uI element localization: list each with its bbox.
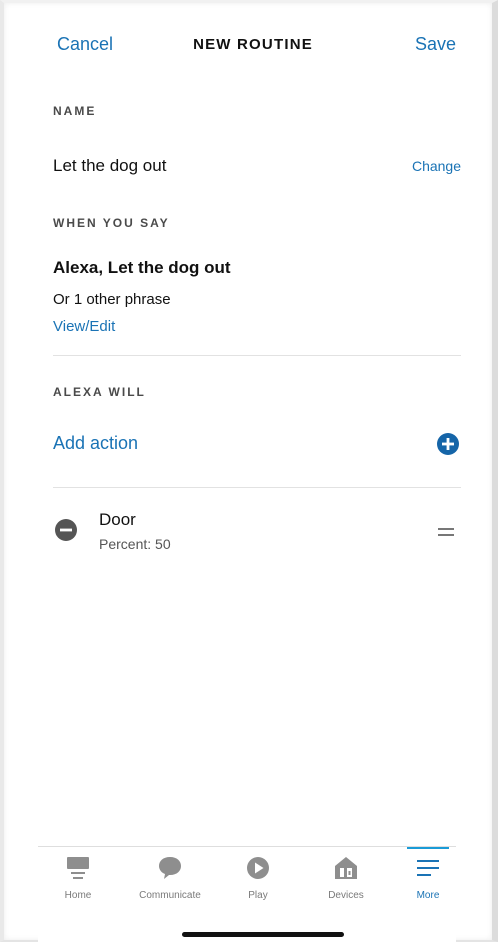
tab-label: Play	[248, 890, 268, 901]
devices-house-icon	[334, 856, 358, 880]
add-action-link[interactable]: Add action	[53, 433, 138, 454]
remove-circle-icon[interactable]	[55, 519, 77, 541]
routine-name: Let the dog out	[53, 156, 167, 175]
add-circle-icon[interactable]	[437, 433, 459, 455]
action-item-title[interactable]: Door	[99, 510, 136, 530]
tab-label: Communicate	[139, 890, 201, 901]
home-indicator	[182, 932, 344, 937]
home-icon	[66, 856, 90, 880]
change-name-link[interactable]: Change	[412, 158, 461, 174]
action-item-subtitle: Percent: 50	[99, 536, 171, 552]
bottom-tab-bar: Home Communicate Play Devices More	[38, 846, 456, 942]
menu-icon	[416, 856, 440, 880]
actions-section-label: ALEXA WILL	[53, 385, 146, 399]
drag-handle-icon[interactable]	[438, 524, 454, 536]
when-section-label: WHEN YOU SAY	[53, 216, 170, 230]
divider	[53, 487, 461, 488]
other-phrases-count: Or 1 other phrase	[53, 291, 171, 308]
chat-bubble-icon	[158, 856, 182, 880]
play-icon	[246, 856, 270, 880]
trigger-phrase: Alexa, Let the dog out	[53, 258, 231, 277]
tab-label: Home	[64, 890, 92, 901]
view-edit-link[interactable]: View/Edit	[53, 318, 115, 335]
tab-label: Devices	[328, 890, 364, 901]
active-tab-indicator	[407, 847, 449, 849]
app-screen: Cancel NEW ROUTINE Save NAME Let the dog…	[0, 0, 498, 942]
tab-label: More	[416, 890, 440, 901]
divider	[53, 355, 461, 356]
save-button[interactable]: Save	[415, 34, 456, 55]
name-section-label: NAME	[53, 104, 97, 118]
